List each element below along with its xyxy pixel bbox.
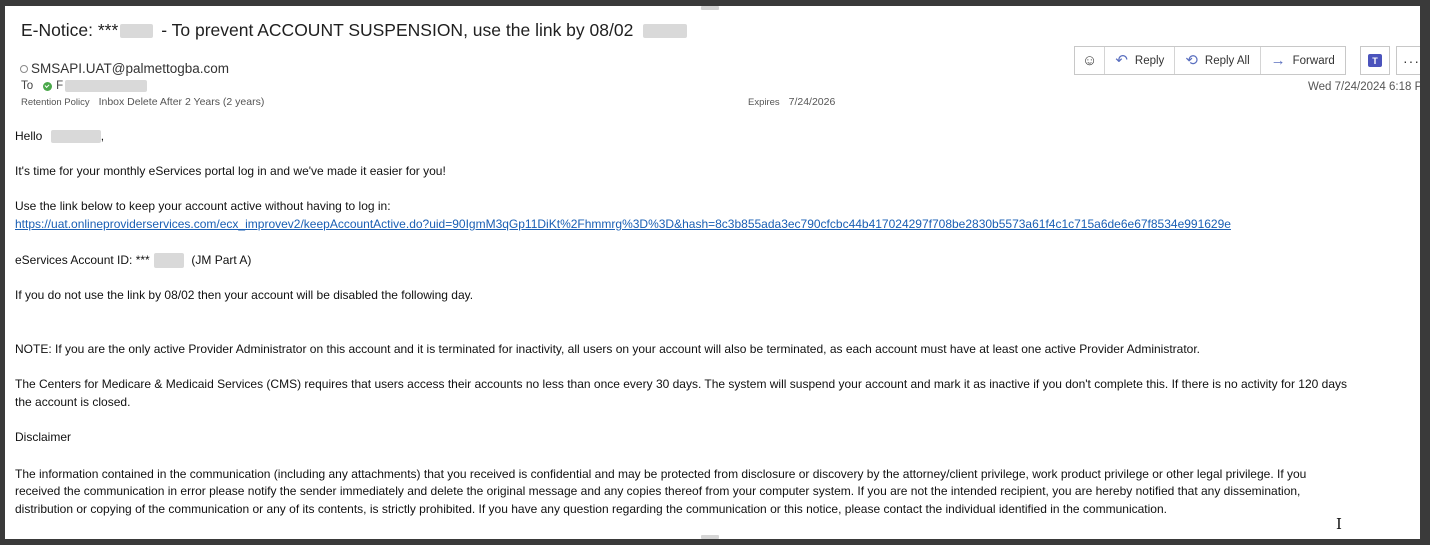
resize-handle-top[interactable] xyxy=(701,6,719,10)
disclaimer-line: distribution or copying of the communica… xyxy=(15,502,1167,516)
sender-line[interactable]: SMSAPI.UAT@palmettogba.com xyxy=(20,61,229,76)
redacted-block xyxy=(50,130,101,144)
sender-address[interactable]: SMSAPI.UAT@palmettogba.com xyxy=(31,61,229,76)
body-paragraph: If you do not use the link by 08/02 then… xyxy=(15,288,474,302)
reply-label: Reply xyxy=(1134,54,1165,67)
recipient-name[interactable]: F xyxy=(56,80,63,92)
greeting-comma: , xyxy=(100,129,105,143)
account-id-suffix: (JM Part A) xyxy=(191,253,252,267)
note-paragraph: NOTE: If you are the only active Provide… xyxy=(15,342,1201,356)
cms-paragraph-line: The Centers for Medicare & Medicaid Serv… xyxy=(15,377,1348,391)
forward-label: Forward xyxy=(1292,54,1335,67)
expires-info: Expires 7/24/2026 xyxy=(748,96,835,108)
sent-date: Wed 7/24/2024 6:18 PM xyxy=(1308,81,1420,93)
greeting-line: Hello , xyxy=(15,128,104,145)
resize-handle-bottom[interactable] xyxy=(701,535,719,539)
greeting: Hello xyxy=(15,129,43,143)
reply-icon: ↶ xyxy=(1115,52,1128,69)
disclaimer-line: The information contained in the communi… xyxy=(15,467,1307,481)
subject-prefix: E-Notice: *** xyxy=(21,20,119,40)
redacted-block xyxy=(120,23,154,38)
forward-button[interactable]: → Forward xyxy=(1261,47,1345,74)
body-paragraph: Use the link below to keep your account … xyxy=(15,199,391,213)
teams-button[interactable]: T xyxy=(1360,46,1390,75)
presence-available-icon xyxy=(43,81,53,91)
message-actions-toolbar: ☺ ↶ Reply ⟲ Reply All → Forward xyxy=(1074,46,1346,75)
teams-icon: T xyxy=(1368,54,1382,67)
redacted-block xyxy=(154,253,185,269)
cms-paragraph-line: the account is closed. xyxy=(15,395,131,409)
more-icon: ··· xyxy=(1403,52,1420,69)
expires-label: Expires xyxy=(748,97,780,108)
more-actions-button[interactable]: ··· xyxy=(1396,46,1420,75)
emoji-reaction-button[interactable]: ☺ xyxy=(1075,47,1106,74)
text-cursor-icon: I xyxy=(1336,515,1342,533)
forward-icon: → xyxy=(1270,52,1286,69)
reply-button[interactable]: ↶ Reply xyxy=(1105,47,1176,74)
subject-main: - To prevent ACCOUNT SUSPENSION, use the… xyxy=(161,20,634,40)
presence-unknown-icon xyxy=(20,64,28,73)
keep-account-active-link[interactable]: https://uat.onlineproviderservices.com/e… xyxy=(15,216,1231,233)
redacted-block xyxy=(65,80,148,92)
disclaimer-line: received the communication in error plea… xyxy=(15,484,1301,498)
email-reading-pane: E-Notice: *** - To prevent ACCOUNT SUSPE… xyxy=(5,6,1420,539)
expires-value: 7/24/2026 xyxy=(788,96,836,108)
account-id-line: eServices Account ID: *** (JM Part A) xyxy=(15,252,251,269)
reply-all-button[interactable]: ⟲ Reply All xyxy=(1175,47,1261,74)
reply-all-label: Reply All xyxy=(1204,54,1250,67)
smiley-icon: ☺ xyxy=(1082,52,1098,69)
body-paragraph: It's time for your monthly eServices por… xyxy=(15,164,446,178)
email-subject: E-Notice: *** - To prevent ACCOUNT SUSPE… xyxy=(21,20,688,41)
account-id-prefix: eServices Account ID: *** xyxy=(15,253,150,267)
reply-all-icon: ⟲ xyxy=(1185,52,1198,69)
retention-policy: Retention Policy Inbox Delete After 2 Ye… xyxy=(21,96,264,108)
recipient-line: To F xyxy=(21,80,148,92)
to-label: To xyxy=(21,80,34,92)
redacted-block xyxy=(643,23,688,38)
retention-value: Inbox Delete After 2 Years (2 years) xyxy=(98,96,265,108)
disclaimer-title: Disclaimer xyxy=(15,430,72,444)
retention-label: Retention Policy xyxy=(21,97,90,108)
